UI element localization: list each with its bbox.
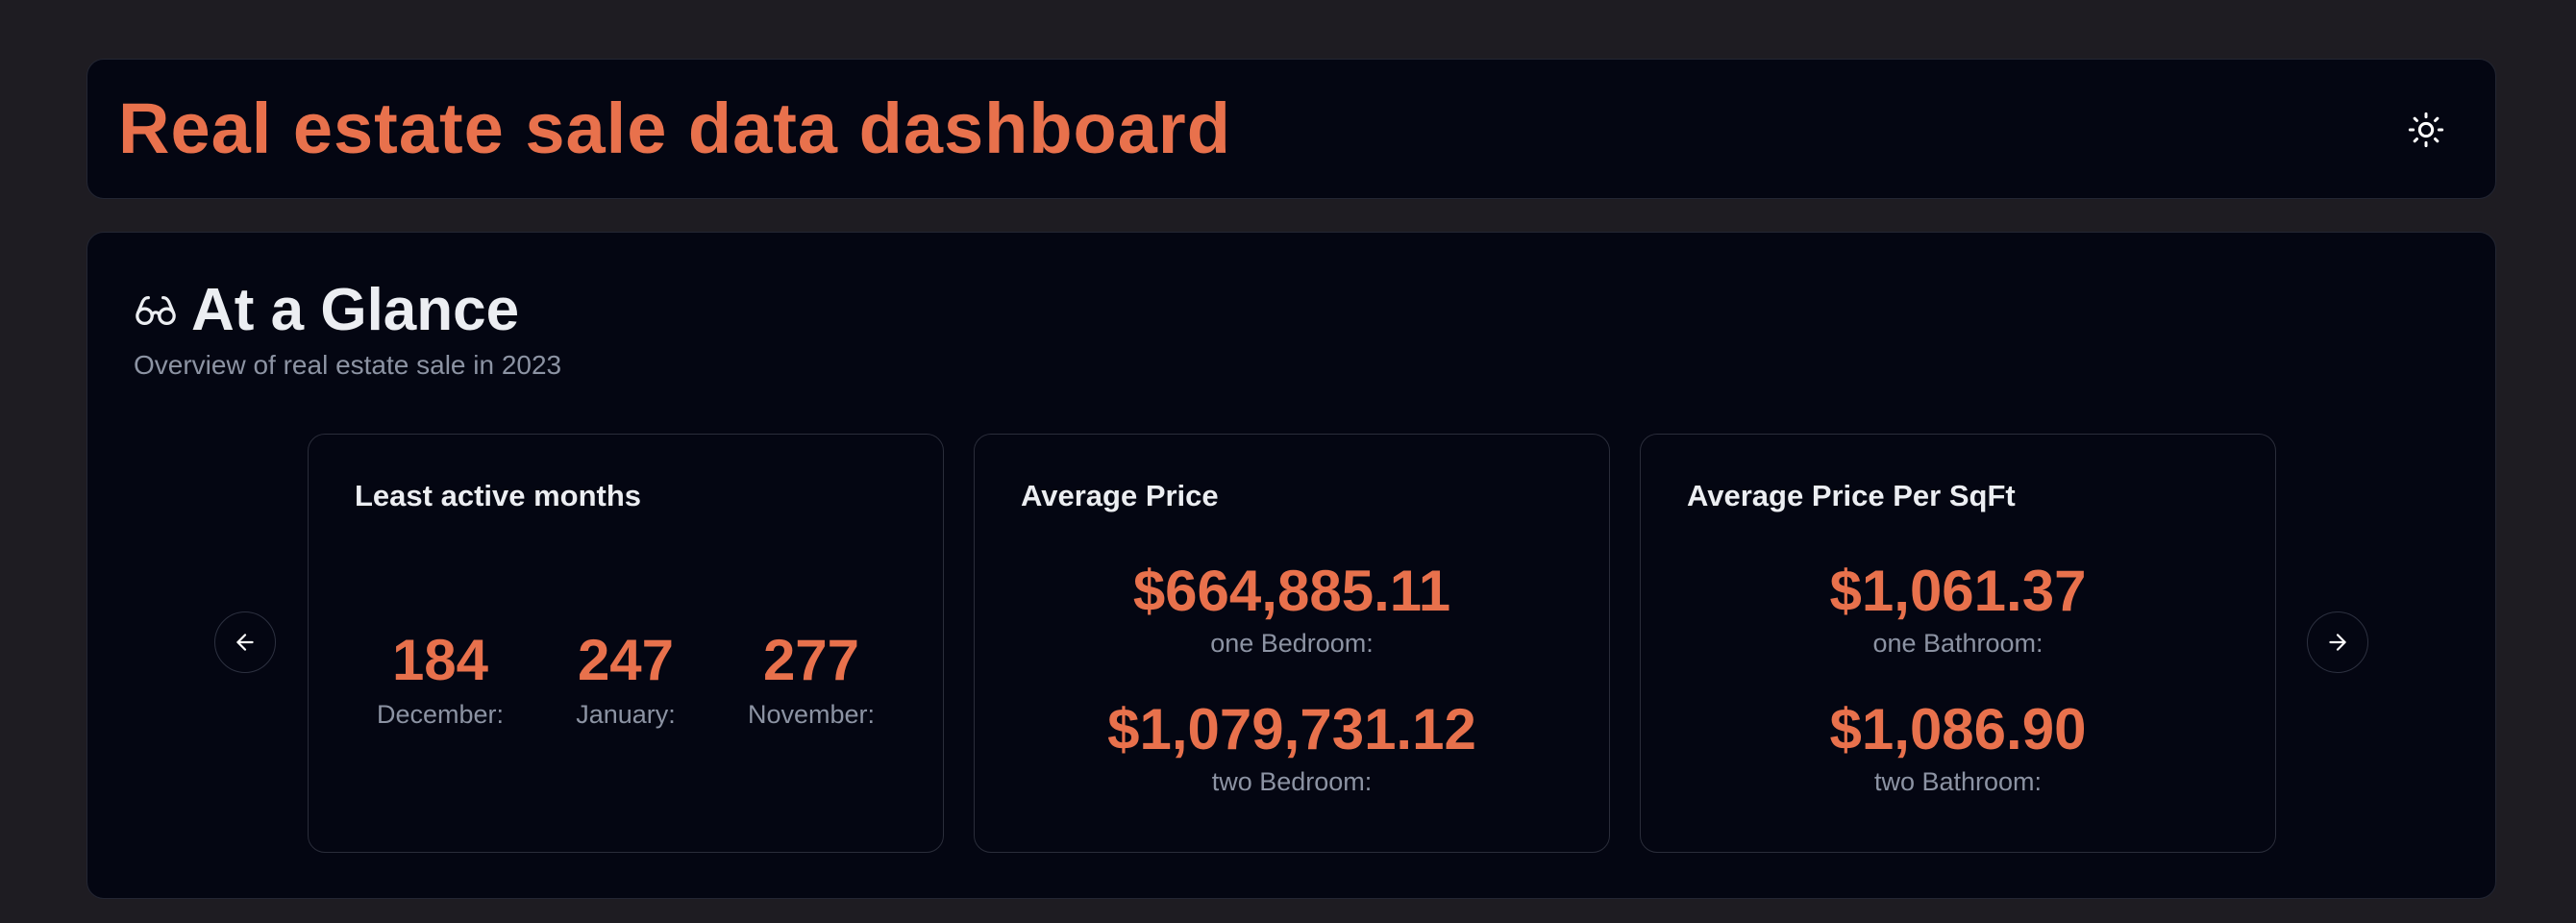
theme-toggle-button[interactable]: [2399, 103, 2453, 157]
month-value: 184: [391, 628, 489, 692]
card-title: Average Price Per SqFt: [1687, 479, 2016, 512]
stat-label: two Bathroom:: [1873, 767, 2043, 796]
app-header: Real estate sale data dashboard: [87, 59, 2496, 199]
stat-label: one Bedroom:: [1210, 629, 1374, 658]
stat-item: $1,086.90 two Bathroom:: [1641, 698, 2275, 797]
month-label: December:: [376, 700, 505, 729]
carousel-next-button[interactable]: [2307, 611, 2368, 673]
stat-value: $1,079,731.12: [1107, 697, 1476, 761]
stat-item: $664,885.11 one Bedroom:: [975, 560, 1609, 659]
arrow-left-icon: [236, 634, 254, 651]
average-price-per-sqft-card: Average Price Per SqFt $1,061.37 one Bat…: [1640, 434, 2276, 853]
stat-label: one Bathroom:: [1872, 629, 2043, 658]
stat-value: $664,885.11: [1132, 559, 1451, 623]
month-label: November:: [747, 700, 876, 729]
panel-subtitle: Overview of real estate sale in 2023: [134, 350, 562, 380]
arrow-right-icon: [2329, 634, 2346, 651]
card-title: Average Price: [1021, 479, 1219, 512]
card-title: Least active months: [355, 479, 642, 512]
month-item: 247 January:: [533, 629, 719, 730]
panel-header: At a Glance: [134, 275, 519, 346]
least-active-months-card: Least active months 184 December: 247 Ja…: [308, 434, 944, 853]
month-value: 277: [762, 628, 860, 692]
panel-title: At a Glance: [191, 277, 520, 343]
month-value: 247: [577, 628, 675, 692]
month-item: 277 November:: [719, 629, 904, 730]
average-price-card: Average Price $664,885.11 one Bedroom: $…: [974, 434, 1610, 853]
sun-icon: [2408, 112, 2444, 148]
at-a-glance-panel: At a Glance Overview of real estate sale…: [87, 232, 2496, 899]
stat-item: $1,061.37 one Bathroom:: [1641, 560, 2275, 659]
month-item: 184 December:: [348, 629, 533, 730]
stat-item: $1,079,731.12 two Bedroom:: [975, 698, 1609, 797]
app-title: Real estate sale data dashboard: [118, 88, 1231, 168]
stat-value: $1,061.37: [1829, 559, 2087, 623]
stat-label: two Bedroom:: [1211, 767, 1373, 796]
stat-value: $1,086.90: [1829, 697, 2087, 761]
months-list: 184 December: 247 January: 277 November:: [309, 629, 943, 730]
glasses-icon: [136, 296, 176, 326]
month-label: January:: [576, 700, 676, 729]
carousel-prev-button[interactable]: [214, 611, 276, 673]
